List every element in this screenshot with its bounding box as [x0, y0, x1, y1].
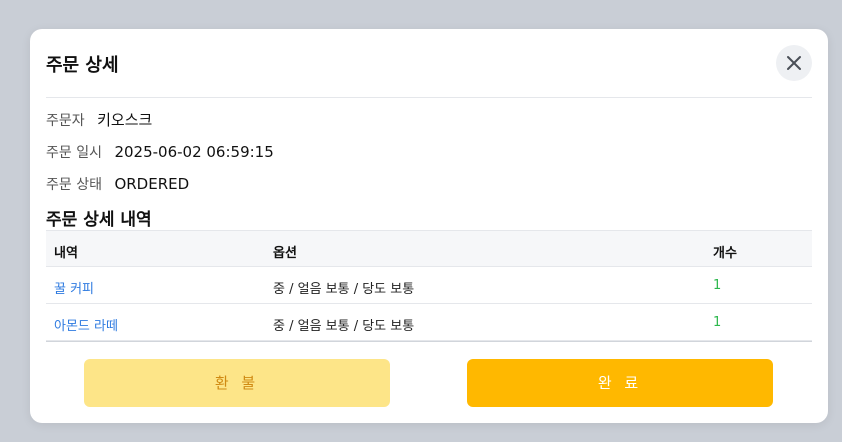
order-status-value: ORDERED	[114, 175, 190, 193]
header-divider	[46, 97, 812, 98]
order-detail-modal: 주문 상세 주문자 키오스크 주문 일시 2025-06-02 06:59:15…	[30, 29, 828, 423]
table-header: 내역 옵션 개수	[46, 230, 812, 267]
modal-title: 주문 상세	[46, 55, 119, 76]
complete-button[interactable]: 완 료	[467, 359, 773, 407]
table-row: 꿀 커피 중 / 얼음 보통 / 당도 보통 1	[46, 267, 812, 304]
order-date-value: 2025-06-02 06:59:15	[114, 143, 274, 161]
order-date-label: 주문 일시	[46, 145, 102, 161]
table-row: 아몬드 라떼 중 / 얼음 보통 / 당도 보통 1	[46, 304, 812, 341]
table-bottom-border	[46, 341, 812, 342]
item-quantity: 1	[713, 278, 722, 293]
header-item: 내역	[54, 246, 78, 261]
orderer-row: 주문자 키오스크	[46, 109, 152, 130]
item-quantity: 1	[713, 315, 722, 330]
order-status-row: 주문 상태 ORDERED	[46, 174, 189, 194]
item-options: 중 / 얼음 보통 / 당도 보통	[273, 319, 415, 334]
item-name-link[interactable]: 아몬드 라떼	[54, 315, 118, 334]
orderer-value: 키오스크	[97, 111, 153, 129]
item-options: 중 / 얼음 보통 / 당도 보통	[273, 282, 415, 297]
header-options: 옵션	[273, 246, 297, 261]
order-status-label: 주문 상태	[46, 177, 102, 193]
header-quantity: 개수	[713, 246, 737, 261]
order-date-row: 주문 일시 2025-06-02 06:59:15	[46, 142, 274, 162]
close-icon	[787, 56, 801, 70]
order-items-table: 내역 옵션 개수 꿀 커피 중 / 얼음 보통 / 당도 보통 1 아몬드 라떼…	[46, 230, 812, 342]
refund-button[interactable]: 환 불	[84, 359, 390, 407]
details-section-title: 주문 상세 내역	[46, 210, 152, 230]
orderer-label: 주문자	[46, 113, 85, 129]
item-name-link[interactable]: 꿀 커피	[54, 278, 94, 297]
close-button[interactable]	[776, 45, 812, 81]
